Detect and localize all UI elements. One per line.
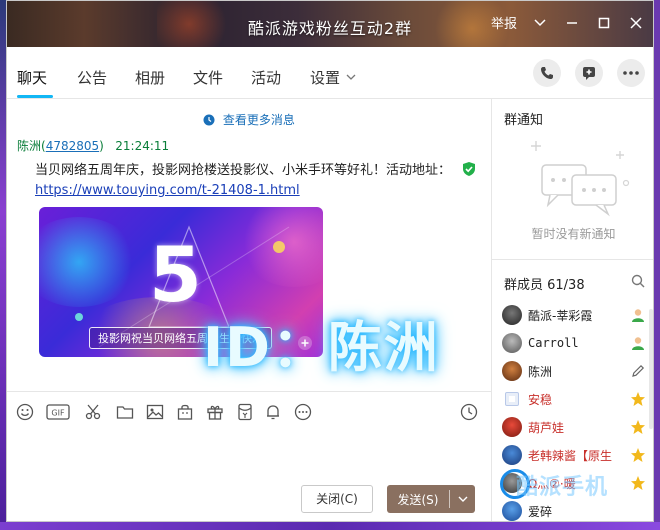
member-name: 安稳 bbox=[528, 392, 553, 407]
id-watermark: ID：陈洲 bbox=[203, 316, 440, 379]
clock-icon bbox=[203, 114, 215, 126]
empty-notice-text: 暂时没有新通知 bbox=[531, 227, 616, 241]
report-button[interactable]: 举报 bbox=[491, 13, 517, 32]
tab-activities[interactable]: 活动 bbox=[251, 67, 281, 88]
folder-icon[interactable] bbox=[115, 402, 135, 422]
red-packet-icon[interactable] bbox=[235, 402, 255, 422]
message-input[interactable]: 关闭(C) 发送(S) bbox=[7, 429, 491, 521]
tab-bar: 聊天 公告 相册 文件 活动 设置 bbox=[7, 47, 653, 99]
gift-icon[interactable] bbox=[205, 402, 225, 422]
tab-album[interactable]: 相册 bbox=[135, 67, 165, 88]
send-button-label: 发送(S) bbox=[397, 492, 439, 507]
tab-settings[interactable]: 设置 bbox=[310, 67, 356, 88]
send-button[interactable]: 发送(S) bbox=[387, 485, 475, 513]
input-toolbar: GIF bbox=[7, 391, 491, 429]
member-name: 葫芦娃 bbox=[528, 420, 565, 435]
add-app-button[interactable] bbox=[575, 59, 603, 87]
add-app-icon bbox=[583, 67, 595, 80]
gif-label: GIF bbox=[51, 409, 65, 418]
member-name: 爱碎 bbox=[528, 504, 553, 519]
gif-icon[interactable]: GIF bbox=[45, 402, 71, 422]
member-name: 陈洲 bbox=[528, 364, 553, 379]
activity-link[interactable]: https://www.touying.com/t-21408-1.html bbox=[35, 183, 300, 198]
star-gold-icon bbox=[631, 476, 645, 490]
message-text: 当贝网络五周年庆，投影网抢楼送投影仪、小米手环等好礼！活动地址： bbox=[35, 159, 477, 181]
chat-history[interactable]: 查看更多消息 陈洲(4782805) 21:24:11 当贝网络五周年庆，投影网… bbox=[7, 99, 491, 391]
empty-notice-illustration-icon bbox=[531, 141, 630, 217]
sender-name[interactable]: 陈洲 bbox=[17, 139, 41, 153]
avatar bbox=[505, 392, 519, 406]
verified-shield-icon[interactable] bbox=[461, 161, 477, 181]
tab-chat[interactable]: 聊天 bbox=[17, 67, 47, 88]
view-more-messages-link[interactable]: 查看更多消息 bbox=[7, 111, 491, 128]
voice-call-button[interactable] bbox=[533, 59, 561, 87]
chevron-down-icon bbox=[346, 74, 356, 80]
member-item[interactable]: 陈洲 bbox=[502, 359, 652, 383]
person-green-icon bbox=[632, 309, 644, 322]
members-header: 群成员 61/38 bbox=[492, 259, 653, 299]
member-name: 老韩辣酱【原生 bbox=[528, 448, 613, 463]
avatar bbox=[502, 305, 522, 325]
edit-icon[interactable] bbox=[630, 363, 646, 379]
member-name: Carroll bbox=[528, 336, 579, 350]
group-chat-window: 酷派游戏粉丝互动2群 举报 聊天 公告 相册 文件 活动 设置 查看更多消息 陈… bbox=[6, 0, 654, 522]
member-item[interactable]: 老韩辣酱【原生 bbox=[502, 443, 652, 467]
member-item[interactable]: 酷派-莘彩霞 bbox=[502, 303, 652, 327]
person-green-icon bbox=[632, 337, 644, 350]
star-gold-icon bbox=[631, 420, 645, 434]
group-notice-title: 群通知 bbox=[504, 113, 544, 128]
close-button[interactable]: 关闭(C) bbox=[301, 485, 373, 513]
close-icon[interactable] bbox=[627, 14, 645, 32]
message-text-content: 当贝网络五周年庆，投影网抢楼送投影仪、小米手环等好礼！活动地址： bbox=[35, 163, 452, 178]
search-icon[interactable] bbox=[631, 274, 645, 291]
avatar bbox=[502, 361, 522, 381]
member-item[interactable]: 葫芦娃 bbox=[502, 415, 652, 439]
image-icon[interactable] bbox=[145, 402, 165, 422]
star-gold-icon bbox=[631, 448, 645, 462]
title-controls: 举报 bbox=[491, 13, 645, 32]
tab-settings-label: 设置 bbox=[310, 69, 341, 87]
gift-bag-icon[interactable] bbox=[175, 402, 195, 422]
avatar bbox=[502, 417, 522, 437]
right-sidebar: 群通知 暂时没有新通知 群成员 61/38 酷派-莘彩霞 Carroll 陈洲 … bbox=[491, 99, 653, 521]
members-count: 群成员 61/38 bbox=[504, 278, 585, 293]
member-item[interactable]: 安稳 bbox=[502, 387, 652, 411]
emoji-icon[interactable] bbox=[15, 402, 35, 422]
minimize-icon[interactable] bbox=[563, 14, 581, 32]
bell-icon[interactable] bbox=[263, 402, 283, 422]
promo-big-number: 5 bbox=[149, 230, 202, 319]
scissors-icon[interactable] bbox=[83, 402, 103, 422]
message-sender: 陈洲(4782805) 21:24:11 bbox=[17, 139, 170, 153]
maximize-icon[interactable] bbox=[595, 14, 613, 32]
sidebar-scrollbar[interactable] bbox=[649, 309, 653, 429]
avatar bbox=[502, 333, 522, 353]
send-options-chevron-icon[interactable] bbox=[450, 496, 475, 503]
member-item[interactable]: Carroll bbox=[502, 331, 652, 355]
more-circle-icon[interactable] bbox=[293, 402, 313, 422]
tab-files[interactable]: 文件 bbox=[193, 67, 223, 88]
star-gold-icon bbox=[631, 392, 645, 406]
member-name: 酷派-莘彩霞 bbox=[528, 308, 593, 323]
avatar bbox=[502, 445, 522, 465]
chevron-down-icon[interactable] bbox=[531, 14, 549, 32]
tab-announcement[interactable]: 公告 bbox=[77, 67, 107, 88]
brand-watermark: 酷派手机 bbox=[516, 475, 609, 500]
member-item[interactable]: 爱碎 bbox=[502, 499, 652, 521]
message-time: 21:24:11 bbox=[115, 139, 170, 153]
history-icon[interactable] bbox=[459, 402, 479, 422]
more-icon bbox=[623, 71, 639, 75]
sender-qq[interactable]: 4782805 bbox=[46, 139, 99, 153]
more-button[interactable] bbox=[617, 59, 645, 87]
backdrop-bottom bbox=[0, 522, 660, 530]
phone-icon bbox=[541, 67, 553, 79]
active-tab-indicator bbox=[17, 95, 53, 98]
title-bar[interactable]: 酷派游戏粉丝互动2群 举报 bbox=[7, 1, 653, 47]
view-more-messages-label: 查看更多消息 bbox=[222, 113, 295, 127]
avatar bbox=[502, 501, 522, 521]
